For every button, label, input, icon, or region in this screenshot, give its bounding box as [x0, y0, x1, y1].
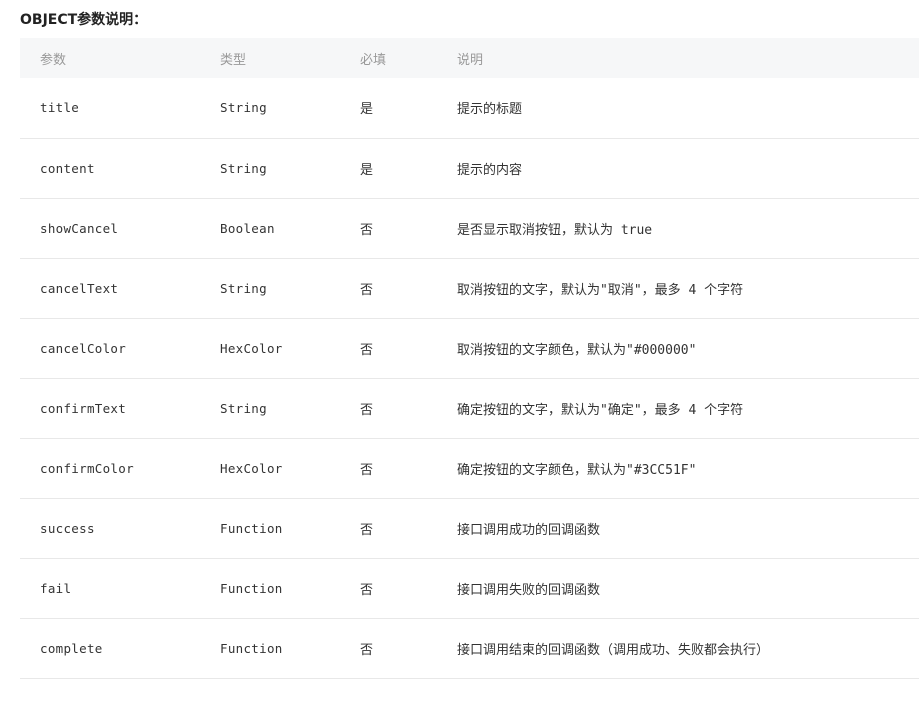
cell-param: showCancel [40, 220, 119, 236]
cell-type: String [220, 160, 267, 176]
cell-required: 否 [360, 642, 374, 658]
cell-param: cancelText [40, 280, 119, 296]
table-body: title String 是 提示的标题 content String 是 提示… [20, 78, 919, 678]
table-row: confirmColor HexColor 否 确定按钮的文字颜色，默认为"#3… [20, 438, 919, 498]
table-row: complete Function 否 接口调用结束的回调函数（调用成功、失败都… [20, 618, 919, 678]
cell-description: 提示的标题 [457, 102, 523, 118]
cell-required: 否 [360, 402, 374, 418]
cell-type: HexColor [220, 340, 283, 356]
cell-type: Function [220, 580, 283, 596]
cell-param: confirmText [40, 400, 127, 416]
header-type: 类型 [220, 52, 247, 68]
cell-required: 否 [360, 522, 374, 538]
table-row: title String 是 提示的标题 [20, 78, 919, 138]
cell-description: 取消按钮的文字颜色，默认为"#000000" [457, 342, 697, 358]
table-row: fail Function 否 接口调用失败的回调函数 [20, 558, 919, 618]
cell-type: Function [220, 520, 283, 536]
header-description: 说明 [457, 52, 484, 68]
cell-type: String [220, 400, 267, 416]
table-row: success Function 否 接口调用成功的回调函数 [20, 498, 919, 558]
cell-description: 取消按钮的文字，默认为"取消"，最多 4 个字符 [457, 282, 744, 298]
cell-param: confirmColor [40, 460, 134, 476]
cell-required: 否 [360, 282, 374, 298]
header-required: 必填 [360, 52, 387, 68]
cell-required: 否 [360, 222, 374, 238]
cell-description: 提示的内容 [457, 162, 523, 178]
table-row: content String 是 提示的内容 [20, 138, 919, 198]
table-row: cancelText String 否 取消按钮的文字，默认为"取消"，最多 4… [20, 258, 919, 318]
cell-required: 否 [360, 462, 374, 478]
cell-required: 是 [360, 162, 374, 178]
cell-param: success [40, 520, 95, 536]
doc-page: OBJECT参数说明： 参数 类型 必填 说明 title String 是 提… [20, 0, 919, 679]
table-row: confirmText String 否 确定按钮的文字，默认为"确定"，最多 … [20, 378, 919, 438]
params-table: 参数 类型 必填 说明 title String 是 提示的标题 content… [20, 38, 919, 679]
cell-description: 接口调用失败的回调函数 [457, 582, 601, 598]
cell-param: fail [40, 580, 72, 596]
cell-description: 接口调用成功的回调函数 [457, 522, 601, 538]
cell-param: content [40, 160, 95, 176]
cell-type: HexColor [220, 460, 283, 476]
table-header: 参数 类型 必填 说明 [20, 38, 919, 78]
cell-required: 否 [360, 342, 374, 358]
section-title: OBJECT参数说明： [20, 12, 148, 28]
cell-description: 接口调用结束的回调函数（调用成功、失败都会执行） [457, 642, 770, 658]
cell-param: title [40, 100, 80, 116]
cell-required: 否 [360, 582, 374, 598]
cell-description: 是否显示取消按钮，默认为 true [457, 222, 653, 238]
cell-type: String [220, 280, 267, 296]
header-param: 参数 [40, 52, 67, 68]
cell-type: Function [220, 640, 283, 656]
cell-param: cancelColor [40, 340, 127, 356]
cell-param: complete [40, 640, 103, 656]
cell-required: 是 [360, 102, 374, 118]
cell-description: 确定按钮的文字颜色，默认为"#3CC51F" [457, 462, 697, 478]
table-header-row: 参数 类型 必填 说明 [20, 38, 919, 78]
cell-type: String [220, 100, 267, 116]
cell-type: Boolean [220, 220, 275, 236]
cell-description: 确定按钮的文字，默认为"确定"，最多 4 个字符 [457, 402, 744, 418]
table-row: showCancel Boolean 否 是否显示取消按钮，默认为 true [20, 198, 919, 258]
table-row: cancelColor HexColor 否 取消按钮的文字颜色，默认为"#00… [20, 318, 919, 378]
